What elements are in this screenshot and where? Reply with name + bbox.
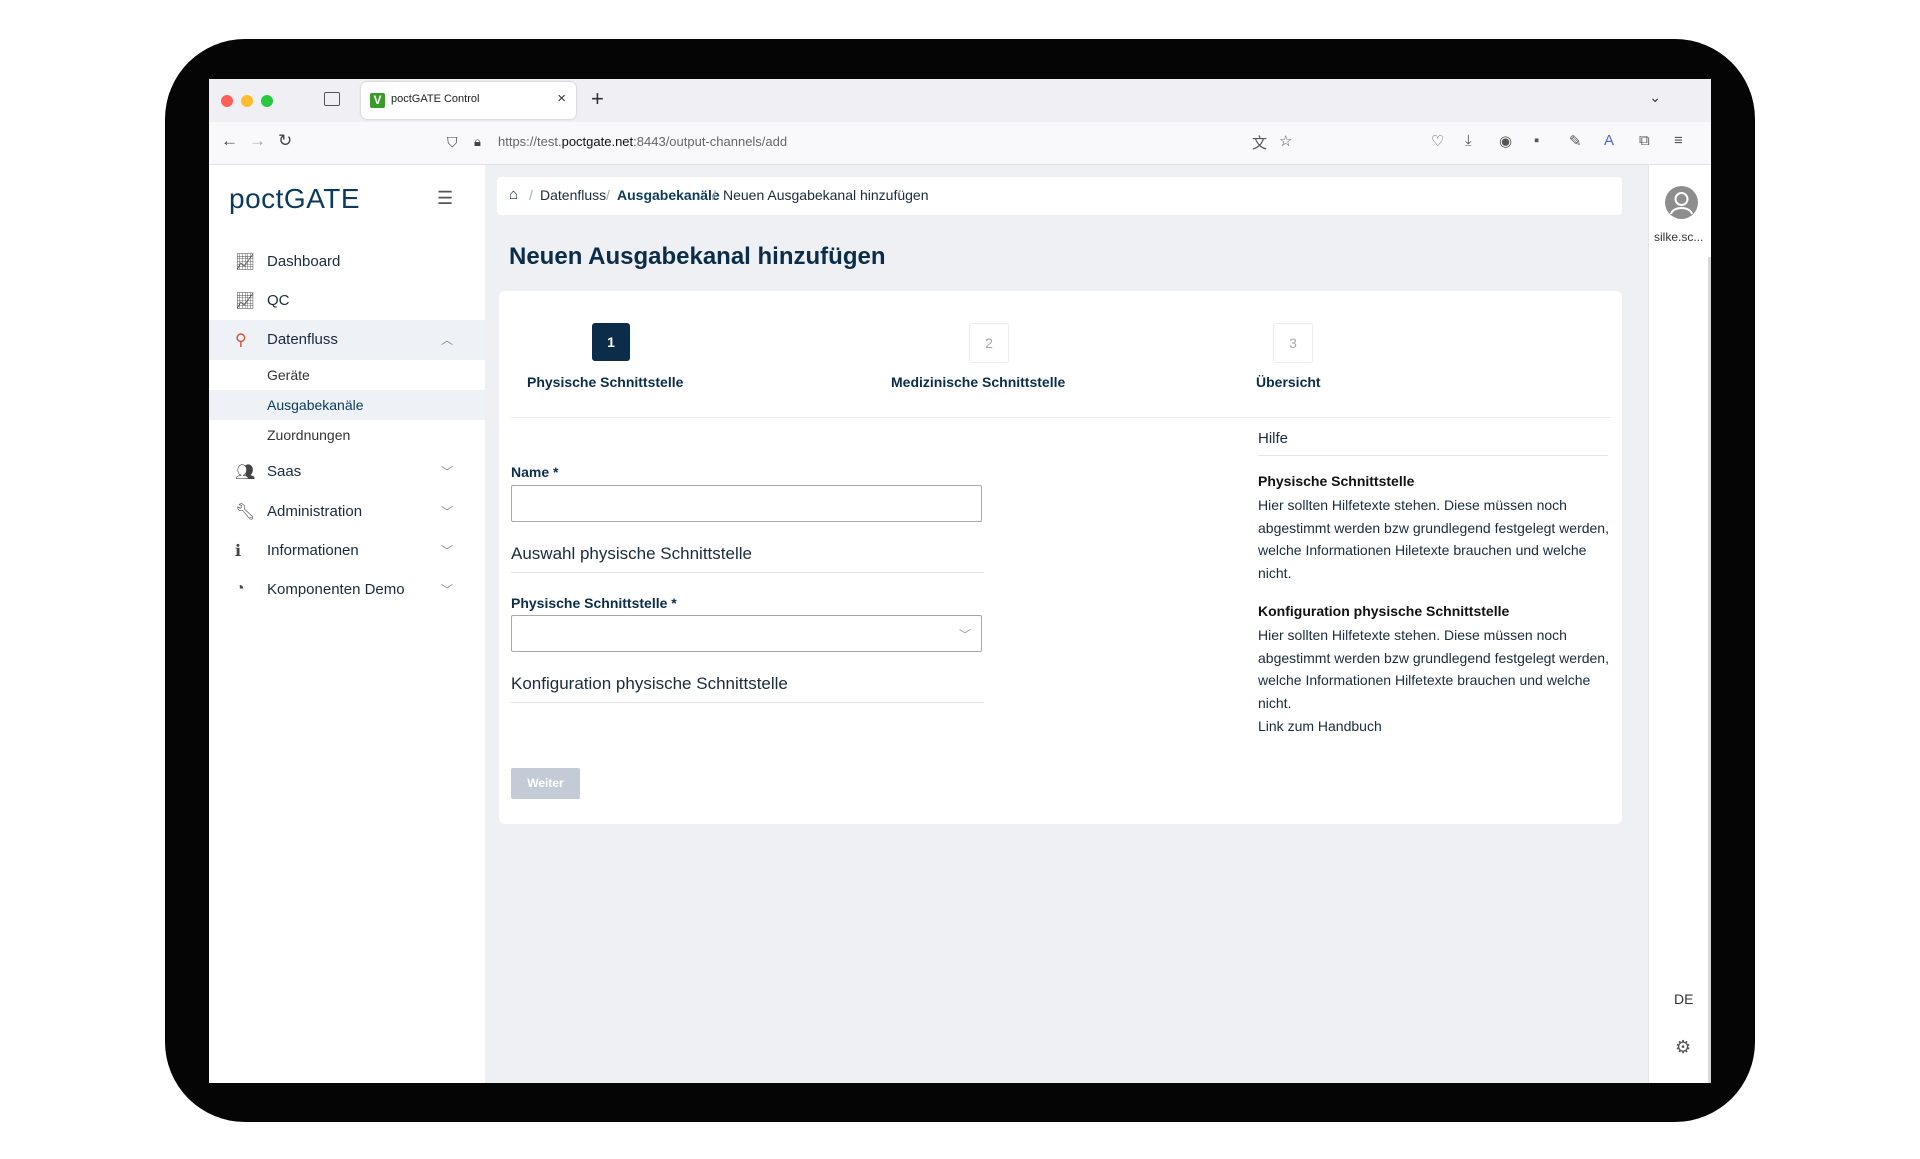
section-physical-selection: Auswahl physische Schnittstelle <box>511 544 752 563</box>
lock-icon[interactable]: 🔒︎ <box>474 134 481 150</box>
info-icon: ℹ <box>235 543 242 560</box>
section-physical-configuration: Konfiguration physische Schnittstelle <box>511 674 788 693</box>
logo: poctGATE <box>229 183 361 214</box>
chevron-down-icon: ﹀ <box>958 628 971 642</box>
avatar-icon[interactable] <box>1665 186 1698 219</box>
eyedropper-icon[interactable]: ✎ <box>1569 132 1582 150</box>
sidebar-item-komponenten-demo[interactable]: ◔ Komponenten Demo ﹀ <box>209 570 485 610</box>
browser-tab-bar: V poctGATE Control × + ⌄ <box>209 79 1711 122</box>
palette-icon: ◔ <box>235 580 245 597</box>
app: poctGATE ☰ 📈︎ Dashboard 📈︎ QC ⚲ Datenflu… <box>209 165 1711 1083</box>
chevron-down-icon: ﹀ <box>441 465 454 479</box>
new-tab-icon[interactable]: + <box>591 86 604 112</box>
extensions-icon[interactable]: ⧉ <box>1639 132 1650 149</box>
sidebar-item-qc[interactable]: 📈︎ QC <box>209 281 485 321</box>
step-1-number[interactable]: 1 <box>592 323 630 361</box>
name-label: Name * <box>511 464 559 480</box>
chevron-down-icon: ﹀ <box>441 544 454 558</box>
home-icon[interactable]: ⌂ <box>509 186 518 203</box>
sidebar-item-administration[interactable]: 🔧︎ Administration ﹀ <box>209 492 485 532</box>
step-2-number[interactable]: 2 <box>969 323 1009 363</box>
sidebar-subitem-geraete[interactable]: Geräte <box>209 360 485 390</box>
section-divider <box>511 572 984 573</box>
menu-icon[interactable]: ≡ <box>1674 132 1683 149</box>
gear-icon[interactable]: ⚙ <box>1675 1037 1691 1058</box>
chart-line-icon: 📈︎ <box>235 293 256 310</box>
account-icon[interactable]: ◉ <box>1499 132 1512 150</box>
minimize-window-button[interactable] <box>241 95 253 107</box>
step-2-label[interactable]: Medizinische Schnittstelle <box>891 374 1065 390</box>
right-bar: silke.sc... DE ⚙ <box>1648 165 1711 1083</box>
physical-interface-select[interactable]: ﹀ <box>511 615 982 652</box>
forward-icon[interactable]: → <box>249 131 266 151</box>
close-window-button[interactable] <box>221 95 233 107</box>
share-nodes-icon: ⚲ <box>235 332 247 349</box>
sidebar-item-saas[interactable]: 👥︎ Saas ﹀ <box>209 452 485 492</box>
breadcrumb-ausgabekanaele[interactable]: Ausgabekanäle <box>617 187 720 203</box>
sidebar-item-datenfluss[interactable]: ⚲ Datenfluss ︿ <box>209 320 485 360</box>
step-3-label[interactable]: Übersicht <box>1256 374 1321 390</box>
sidebar-item-informationen[interactable]: ℹ Informationen ﹀ <box>209 531 485 571</box>
back-icon[interactable]: ← <box>221 131 238 151</box>
list-tabs-chevron-icon[interactable]: ⌄ <box>1649 89 1661 106</box>
sidebar-subitem-ausgabekanaele[interactable]: Ausgabekanäle <box>209 390 485 420</box>
shield-icon[interactable]: ⛉ <box>447 134 458 151</box>
stepper-divider <box>511 417 1611 418</box>
chevron-down-icon: ﹀ <box>441 583 454 597</box>
chevron-down-icon: ﹀ <box>441 505 454 519</box>
url-bar[interactable]: https://test.poctgate.net:8443/output-ch… <box>498 134 787 149</box>
section-divider <box>511 702 984 703</box>
tab-manager-icon[interactable] <box>324 92 340 106</box>
translate-extension-icon[interactable]: A <box>1604 132 1614 149</box>
users-icon: 👥︎ <box>235 464 256 481</box>
translate-icon[interactable]: 文 <box>1252 132 1267 153</box>
maximize-window-button[interactable] <box>261 95 273 107</box>
tab-title: poctGATE Control <box>391 93 480 105</box>
page-title: Neuen Ausgabekanal hinzufügen <box>509 243 886 270</box>
screen: V poctGATE Control × + ⌄ ← → ↻ ⛉ 🔒︎ http… <box>209 79 1711 1083</box>
wrench-icon: 🔧︎ <box>235 504 256 521</box>
help-text-configuration: Hier sollten Hilfetexte stehen. Diese mü… <box>1258 627 1609 711</box>
chart-line-icon: 📈︎ <box>235 254 256 271</box>
favicon-icon: V <box>370 93 385 108</box>
wizard-card: 1 Physische Schnittstelle 2 Medizinische… <box>499 291 1622 824</box>
step-1-label[interactable]: Physische Schnittstelle <box>527 374 683 390</box>
browser-tab[interactable]: V poctGATE Control × <box>361 82 576 119</box>
next-button[interactable]: Weiter <box>511 768 580 799</box>
help-text-physical: Hier sollten Hilfetexte stehen. Diese mü… <box>1258 497 1609 581</box>
language-switch[interactable]: DE <box>1674 991 1693 1007</box>
help-heading-physical: Physische Schnittstelle <box>1258 473 1415 489</box>
scrollbar[interactable] <box>1708 257 1711 1083</box>
physical-interface-label: Physische Schnittstelle * <box>511 595 677 611</box>
extension-mask-icon[interactable]: ▪ <box>1534 132 1539 149</box>
breadcrumb: ⌂ / Datenfluss / Ausgabekanäle / Neuen A… <box>497 177 1622 215</box>
breadcrumb-current: Neuen Ausgabekanal hinzufügen <box>723 187 929 203</box>
breadcrumb-datenfluss[interactable]: Datenfluss <box>540 187 606 203</box>
help-divider <box>1258 455 1608 456</box>
close-tab-icon[interactable]: × <box>557 90 566 107</box>
name-input[interactable] <box>511 485 982 522</box>
sidebar-subitem-zuordnungen[interactable]: Zuordnungen <box>209 420 485 450</box>
chevron-up-icon: ︿ <box>441 333 454 347</box>
download-icon[interactable]: ⤓ <box>1465 132 1472 149</box>
main-content: ⌂ / Datenfluss / Ausgabekanäle / Neuen A… <box>485 165 1648 1083</box>
pocket-icon[interactable]: ♡ <box>1431 132 1444 150</box>
help-manual-link[interactable]: Link zum Handbuch <box>1258 715 1613 738</box>
sidebar-item-dashboard[interactable]: 📈︎ Dashboard <box>209 242 485 282</box>
help-title: Hilfe <box>1258 430 1289 447</box>
browser-nav-bar: ← → ↻ ⛉ 🔒︎ https://test.poctgate.net:844… <box>209 122 1711 165</box>
reload-icon[interactable]: ↻ <box>278 131 292 151</box>
user-name[interactable]: silke.sc... <box>1654 230 1703 244</box>
sidebar: poctGATE ☰ 📈︎ Dashboard 📈︎ QC ⚲ Datenflu… <box>209 165 485 1083</box>
sidebar-toggle-icon[interactable]: ☰ <box>437 188 453 209</box>
bookmark-star-icon[interactable]: ☆ <box>1279 132 1292 150</box>
help-heading-configuration: Konfiguration physische Schnittstelle <box>1258 603 1510 619</box>
step-3-number[interactable]: 3 <box>1273 323 1313 363</box>
